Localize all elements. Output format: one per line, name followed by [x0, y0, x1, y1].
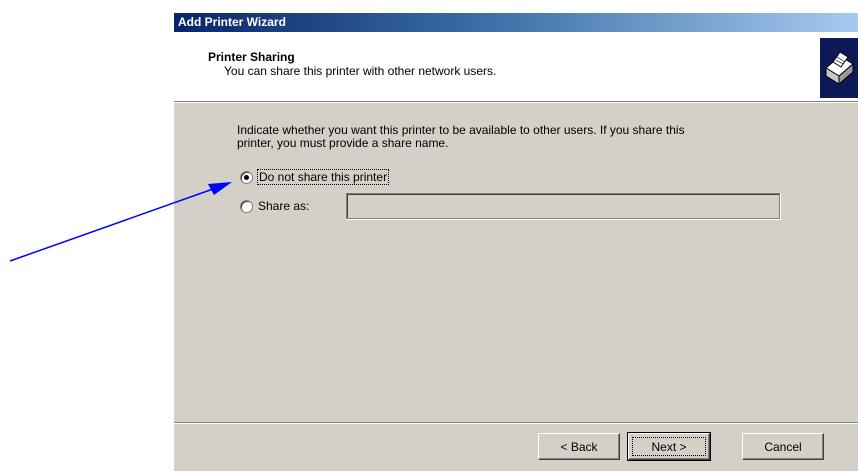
annotation-arrow-icon	[9, 182, 232, 262]
